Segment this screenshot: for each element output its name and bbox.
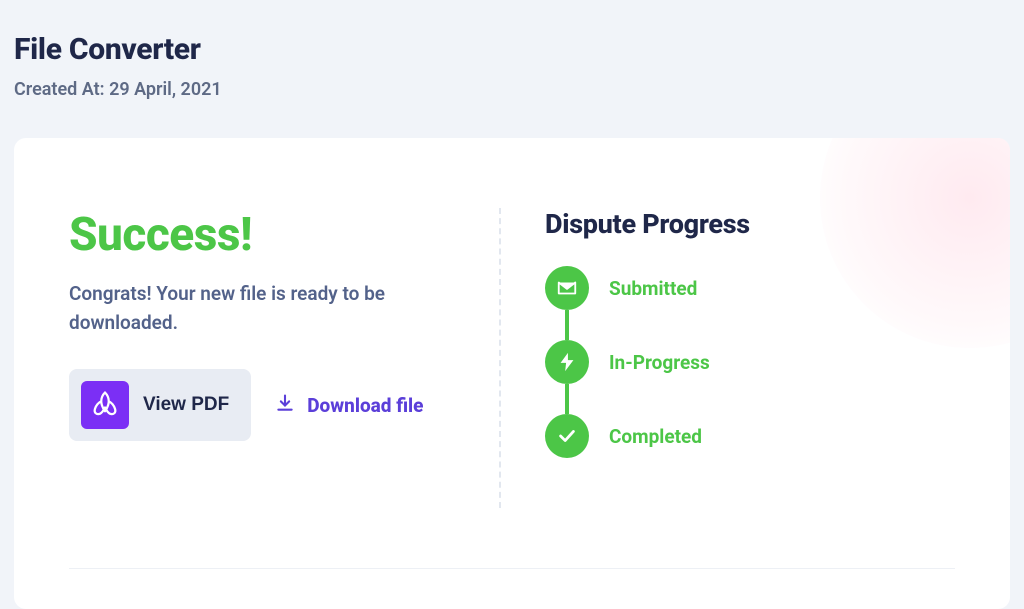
progress-step-in-progress: In-Progress — [545, 340, 955, 384]
view-pdf-label: View PDF — [143, 394, 229, 416]
download-icon — [275, 393, 295, 417]
progress-title: Dispute Progress — [545, 208, 955, 240]
page-title: File Converter — [14, 32, 1010, 67]
success-title: Success! — [69, 208, 469, 262]
check-icon — [545, 414, 589, 458]
result-card: Success! Congrats! Your new file is read… — [14, 138, 1010, 609]
progress-steps: Submitted In-Progress — [545, 266, 955, 458]
progress-step-submitted: Submitted — [545, 266, 955, 310]
progress-panel: Dispute Progress Submitted — [501, 208, 955, 508]
pdf-icon — [81, 381, 129, 429]
page-subtitle: Created At: 29 April, 2021 — [14, 79, 1010, 100]
step-label: Completed — [609, 425, 702, 448]
view-pdf-button[interactable]: View PDF — [69, 369, 251, 441]
step-label: In-Progress — [609, 351, 710, 374]
download-file-link[interactable]: Download file — [275, 393, 423, 417]
success-panel: Success! Congrats! Your new file is read… — [69, 208, 499, 508]
success-description: Congrats! Your new file is ready to be d… — [69, 280, 449, 337]
download-label: Download file — [307, 394, 423, 417]
lightning-icon — [545, 340, 589, 384]
step-connector — [565, 384, 569, 414]
step-connector — [565, 310, 569, 340]
progress-step-completed: Completed — [545, 414, 955, 458]
mail-icon — [545, 266, 589, 310]
horizontal-divider — [69, 568, 955, 569]
step-label: Submitted — [609, 277, 697, 300]
